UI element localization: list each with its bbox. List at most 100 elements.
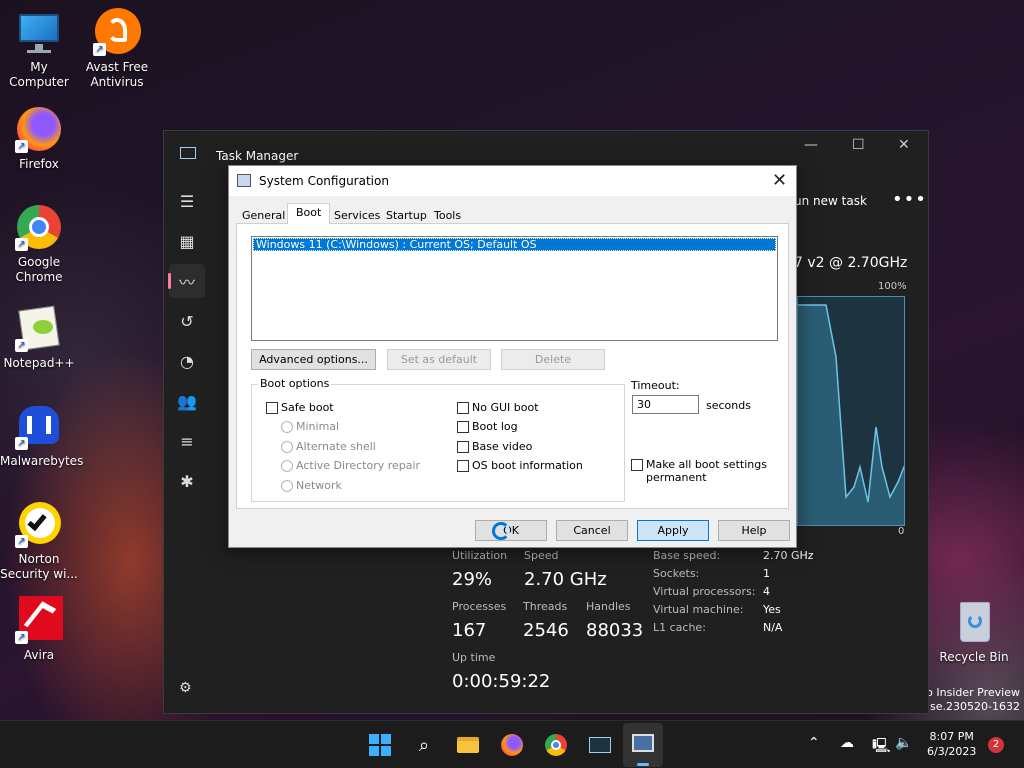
no-gui-boot-checkbox[interactable]: No GUI boot [457, 401, 539, 414]
make-permanent-checkbox[interactable]: Make all boot settings permanent [631, 458, 767, 484]
cloud-offline-icon[interactable]: ☁ [840, 735, 854, 751]
desktop-icon-label: Notepad++ [3, 356, 75, 370]
handles-label: Handles [586, 600, 631, 613]
file-explorer-icon[interactable] [456, 733, 480, 757]
apply-button[interactable]: Apply [637, 520, 709, 541]
taskbar-clock[interactable]: 8:07 PM 6/3/2023 [927, 729, 976, 759]
desktop-icon-my-computer[interactable]: My Computer [0, 8, 78, 90]
notification-badge[interactable]: 2 [988, 737, 1004, 753]
ok-button[interactable]: OK [475, 520, 547, 541]
network-icon[interactable]: 🖳 [872, 735, 891, 759]
insider-watermark-line2: ease.230520-1632 [916, 700, 1020, 713]
minimize-button[interactable]: — [804, 137, 818, 153]
processes-icon: ▦ [179, 231, 195, 251]
speedometer-icon: ◔ [180, 351, 194, 371]
base-video-checkbox[interactable]: Base video [457, 440, 532, 453]
users-icon: 👥 [177, 391, 197, 411]
hamburger-menu-button[interactable]: ☰ [164, 181, 210, 221]
dialog-titlebar[interactable]: System Configuration ✕ [229, 166, 796, 196]
nav-details[interactable]: ≡ [164, 421, 210, 461]
desktop-icon-avast[interactable]: ↗ Avast Free Antivirus [78, 8, 156, 90]
nav-processes[interactable]: ▦ [164, 221, 210, 261]
minimal-radio[interactable]: Minimal [281, 420, 339, 433]
tab-general[interactable]: General [237, 206, 290, 224]
dialog-title: System Configuration [259, 174, 389, 188]
search-icon[interactable]: ⌕ [412, 733, 436, 757]
show-hidden-icons-chevron-icon[interactable]: ⌃ [808, 735, 820, 751]
desktop-icon-avira[interactable]: ↗ Avira [0, 596, 78, 663]
tab-tools[interactable]: Tools [429, 206, 466, 224]
notepadpp-icon: ↗ [15, 304, 63, 352]
os-boot-info-checkbox[interactable]: OS boot information [457, 459, 583, 472]
chrome-taskbar-icon[interactable] [544, 733, 568, 757]
desktop-icon-firefox[interactable]: ↗ Firefox [0, 105, 78, 172]
close-button[interactable]: ✕ [898, 137, 910, 153]
checkbox-box [266, 401, 278, 414]
settings-gear-icon[interactable]: ⚙ [179, 680, 192, 696]
seconds-label: seconds [706, 399, 751, 412]
set-as-default-button[interactable]: Set as default [387, 349, 491, 370]
start-windows-icon[interactable] [368, 733, 392, 757]
desktop-icon-label: Malwarebytes [0, 454, 84, 468]
network-label: Network [296, 479, 342, 492]
task-manager-taskbar-icon[interactable] [588, 733, 612, 757]
loading-spinner-icon [492, 522, 510, 540]
tab-startup[interactable]: Startup [381, 206, 432, 224]
utilization-label: Utilization [452, 549, 508, 562]
safe-boot-label: Safe boot [281, 401, 334, 414]
advanced-options-button[interactable]: Advanced options... [251, 349, 376, 370]
task-manager-app-icon [180, 147, 196, 159]
tab-services[interactable]: Services [329, 206, 385, 224]
history-icon: ↺ [180, 311, 194, 331]
boot-log-checkbox[interactable]: Boot log [457, 420, 518, 433]
safe-boot-checkbox[interactable]: Safe boot [266, 401, 334, 414]
shortcut-arrow-icon: ↗ [15, 238, 28, 251]
run-new-task-button[interactable]: un new task [794, 194, 867, 208]
nav-startup-apps[interactable]: ◔ [164, 341, 210, 381]
speed-label: Speed [524, 549, 559, 562]
boot-entry-selected[interactable]: Windows 11 (C:\Windows) : Current OS; De… [253, 238, 776, 251]
utilization-value: 29% [452, 569, 493, 590]
nav-performance[interactable]: 〰 [164, 261, 210, 301]
threads-label: Threads [523, 600, 568, 613]
nav-app-history[interactable]: ↺ [164, 301, 210, 341]
desktop-icon-chrome[interactable]: ↗ Google Chrome [0, 203, 78, 285]
help-button[interactable]: Help [718, 520, 790, 541]
graph-max-label: 100% [878, 281, 907, 292]
puzzle-icon: ✱ [180, 471, 194, 491]
desktop-icon-malwarebytes[interactable]: ↗ Malwarebytes [0, 402, 83, 469]
taskbar: ⌕ ⌃ ☁ 🖳 🔈 8:07 PM 6/3/2023 2 [0, 720, 1024, 768]
ad-repair-radio[interactable]: Active Directory repair [281, 459, 420, 472]
desktop-icon-norton[interactable]: ↗ Norton Security wi... [0, 500, 78, 582]
cancel-button[interactable]: Cancel [556, 520, 628, 541]
avast-icon: ↗ [93, 8, 141, 56]
network-radio[interactable]: Network [281, 479, 342, 492]
dialog-close-button[interactable]: ✕ [772, 170, 787, 191]
timeout-input[interactable]: 30 [632, 395, 699, 414]
norton-icon: ↗ [15, 500, 63, 548]
msconfig-app-icon [237, 174, 251, 187]
boot-tab-panel: Windows 11 (C:\Windows) : Current OS; De… [236, 223, 789, 509]
more-options-button[interactable]: ••• [892, 189, 927, 210]
boot-entries-list[interactable]: Windows 11 (C:\Windows) : Current OS; De… [251, 236, 778, 341]
details-list-icon: ≡ [180, 431, 194, 451]
nav-services[interactable]: ✱ [164, 461, 210, 501]
volume-icon[interactable]: 🔈 [895, 735, 912, 751]
insider-watermark-line1: ro Insider Preview [921, 686, 1020, 699]
maximize-button[interactable]: ☐ [852, 137, 865, 153]
cpu-name: 7 v2 @ 2.70GHz [794, 255, 908, 271]
radio-circle [281, 440, 293, 453]
desktop-icon-notepadpp[interactable]: ↗ Notepad++ [0, 304, 78, 371]
performance-icon: 〰 [178, 273, 195, 292]
no-gui-boot-label: No GUI boot [472, 401, 539, 414]
desktop-icon-recycle-bin[interactable]: Recycle Bin [935, 598, 1013, 665]
checkbox-box [457, 440, 469, 453]
msconfig-taskbar-button[interactable] [623, 723, 663, 767]
delete-button[interactable]: Delete [501, 349, 605, 370]
firefox-taskbar-icon[interactable] [500, 733, 524, 757]
chrome-icon: ↗ [15, 203, 63, 251]
alternate-shell-radio[interactable]: Alternate shell [281, 440, 376, 453]
tab-boot[interactable]: Boot [287, 203, 331, 224]
nav-users[interactable]: 👥 [164, 381, 210, 421]
boot-log-label: Boot log [472, 420, 518, 433]
